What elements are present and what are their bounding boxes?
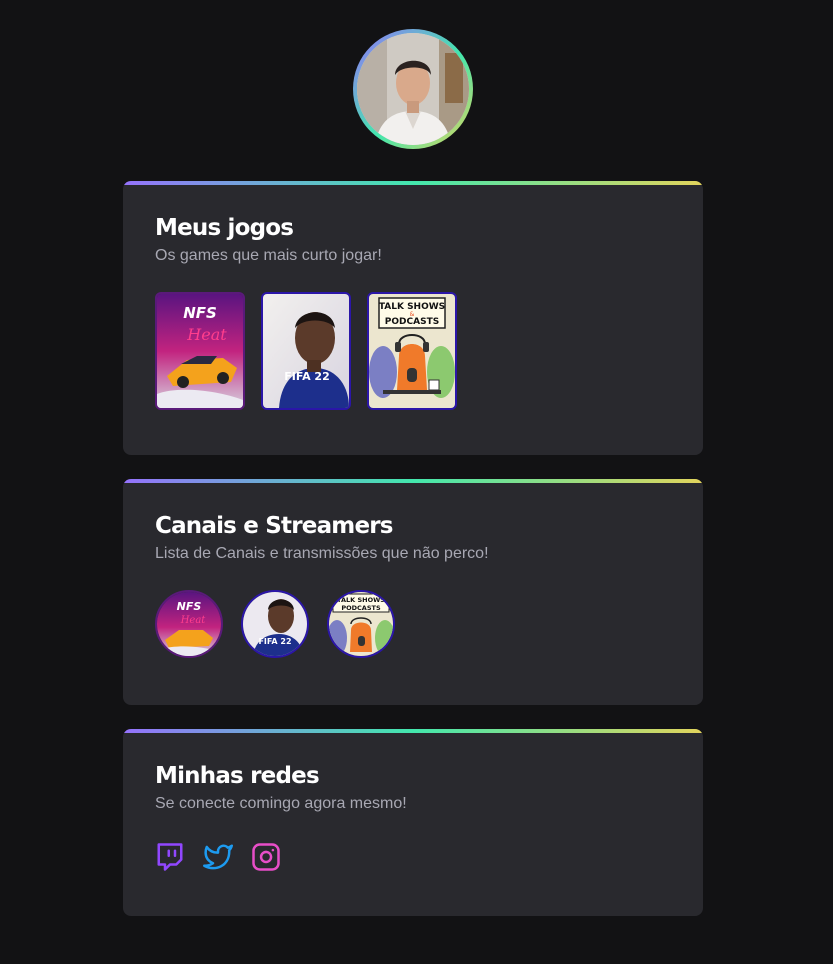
svg-text:PODCASTS: PODCASTS bbox=[385, 317, 439, 327]
games-list: NFS Heat FIFA 22 TALK SHOWS & PODCASTS bbox=[155, 292, 671, 410]
channels-card: Canais e Streamers Lista de Canais e tra… bbox=[123, 479, 703, 705]
svg-text:FIFA 22: FIFA 22 bbox=[258, 637, 291, 646]
social-title: Minhas redes bbox=[155, 763, 320, 789]
profile-avatar bbox=[353, 29, 473, 149]
svg-text:TALK SHOWS: TALK SHOWS bbox=[337, 596, 385, 604]
games-card: Meus jogos Os games que mais curto jogar… bbox=[123, 181, 703, 455]
channel-nfs-heat[interactable]: NFS Heat bbox=[155, 590, 223, 658]
svg-text:NFS: NFS bbox=[183, 304, 217, 322]
svg-text:PODCASTS: PODCASTS bbox=[341, 604, 381, 612]
svg-text:NFS: NFS bbox=[177, 600, 202, 613]
game-fifa-22[interactable]: FIFA 22 bbox=[261, 292, 351, 410]
svg-text:Heat: Heat bbox=[180, 615, 207, 626]
game-talk-shows-podcasts[interactable]: TALK SHOWS & PODCASTS bbox=[367, 292, 457, 410]
social-links bbox=[155, 842, 671, 872]
social-card: Minhas redes Se conecte comingo agora me… bbox=[123, 729, 703, 916]
channel-talk-shows-podcasts[interactable]: TALK SHOWS PODCASTS bbox=[327, 590, 395, 658]
channels-subtitle: Lista de Canais e transmissões que não p… bbox=[155, 545, 489, 562]
twitter-icon[interactable] bbox=[203, 842, 233, 872]
twitch-icon[interactable] bbox=[155, 842, 185, 872]
svg-text:Heat: Heat bbox=[186, 325, 227, 344]
games-subtitle: Os games que mais curto jogar! bbox=[155, 247, 382, 264]
social-subtitle: Se conecte comingo agora mesmo! bbox=[155, 795, 407, 812]
svg-text:FIFA 22: FIFA 22 bbox=[284, 370, 330, 383]
games-title: Meus jogos bbox=[155, 215, 294, 241]
channels-title: Canais e Streamers bbox=[155, 513, 394, 539]
profile-photo bbox=[357, 33, 469, 145]
channel-fifa-22[interactable]: FIFA 22 bbox=[241, 590, 309, 658]
game-nfs-heat[interactable]: NFS Heat bbox=[155, 292, 245, 410]
channels-list: NFS Heat FIFA 22 TALK SHOWS PODCASTS bbox=[155, 590, 671, 658]
instagram-icon[interactable] bbox=[251, 842, 281, 872]
